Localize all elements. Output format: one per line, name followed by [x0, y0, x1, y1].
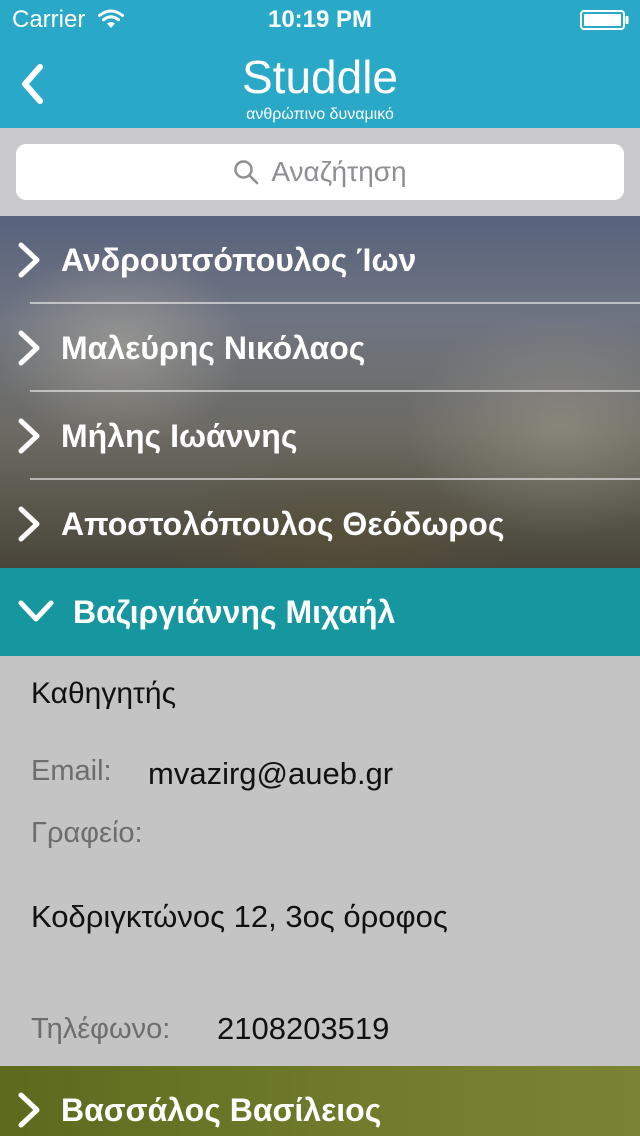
list-item-label: Βασσάλος Βασίλειος — [61, 1092, 382, 1128]
list-item-label: Μήλης Ιωάννης — [61, 418, 298, 454]
phone-label: Τηλέφωνο: — [31, 1013, 171, 1045]
phone-link[interactable]: 2108203519 — [217, 1011, 389, 1047]
search-input[interactable]: Αναζήτηση — [16, 144, 624, 200]
navigation-bar: Studdle ανθρώπινο δυναμικό — [0, 40, 640, 128]
chevron-right-icon — [18, 330, 40, 366]
list-item[interactable]: Αποστολόπουλος Θεόδωρος — [0, 480, 640, 568]
battery-icon — [580, 10, 629, 30]
list-item[interactable]: Μαλεύρης Νικόλαος — [0, 304, 640, 392]
contact-role: Καθηγητής — [31, 677, 177, 710]
search-icon — [234, 160, 259, 185]
email-link[interactable]: mvazirg@aueb.gr — [148, 756, 393, 792]
chevron-right-icon — [18, 1092, 40, 1128]
list-item[interactable]: Ανδρουτσόπουλος Ίων — [0, 216, 640, 304]
search-bar: Αναζήτηση — [0, 128, 640, 216]
contact-details: Καθηγητής Email: mvazirg@aueb.gr Γραφείο… — [0, 656, 640, 1066]
chevron-right-icon — [18, 506, 40, 542]
chevron-right-icon — [18, 418, 40, 454]
list-item[interactable]: Μήλης Ιωάννης — [0, 392, 640, 480]
office-address: Κοδριγκτώνος 12, 3ος όροφος — [31, 899, 448, 934]
app-title: Studdle — [241, 51, 398, 103]
list-item-label: Αποστολόπουλος Θεόδωρος — [61, 506, 505, 542]
chevron-right-icon — [18, 242, 40, 278]
app-subtitle: ανθρώπινο δυναμικό — [246, 106, 394, 123]
expanded-item-label: Βαζιργιάννης Μιχαήλ — [73, 594, 396, 630]
top-bar: Carrier 10:19 PM Studdle ανθρώπινο δυναμ… — [0, 0, 640, 128]
list-item-label: Ανδρουτσόπουλος Ίων — [61, 242, 417, 278]
office-label: Γραφείο: — [31, 817, 143, 849]
list-item-label: Μαλεύρης Νικόλαος — [61, 330, 366, 366]
expanded-list-item[interactable]: Βαζιργιάννης Μιχαήλ — [0, 568, 640, 656]
search-placeholder: Αναζήτηση — [271, 156, 407, 187]
status-bar: Carrier 10:19 PM — [0, 0, 640, 40]
status-time: 10:19 PM — [267, 6, 373, 33]
chevron-down-icon — [18, 600, 54, 622]
email-label: Email: — [31, 755, 112, 787]
list-item[interactable]: Βασσάλος Βασίλειος — [0, 1066, 640, 1136]
